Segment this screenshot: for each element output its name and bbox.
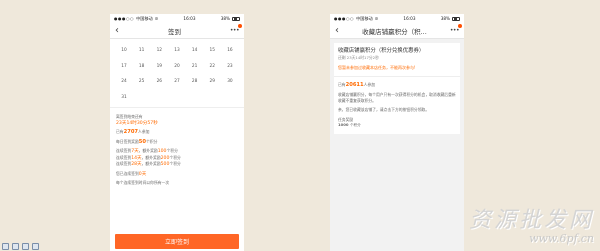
calendar-day[interactable]: 14 — [187, 48, 203, 53]
calendar-day[interactable]: 28 — [187, 79, 203, 84]
viewer-toolbar — [2, 243, 39, 250]
calendar-day[interactable]: 23 — [222, 64, 238, 69]
calendar-day[interactable]: 19 — [151, 64, 167, 69]
battery-percent: 38% — [220, 16, 230, 21]
daily-reward-points: 50 — [138, 138, 147, 145]
rotate-icon[interactable] — [2, 243, 9, 250]
calendar-day[interactable]: 10 — [116, 48, 132, 53]
calendar-day[interactable]: 31 — [116, 95, 132, 100]
calendar-week: 17 18 19 20 21 22 23 — [116, 59, 238, 75]
battery-percent: 38% — [440, 16, 450, 21]
calendar-day[interactable]: 15 — [204, 48, 220, 53]
copy-icon[interactable] — [12, 243, 19, 250]
calendar-day[interactable]: 27 — [169, 79, 185, 84]
favorite-store-phone-screen: ●●●○○ 中国移动 ≋ 16:03 38% ‹ 收藏店铺赢积分（积... ••… — [330, 14, 464, 251]
participants-count: 2707 — [123, 129, 139, 135]
page-title: 签到 — [167, 27, 181, 36]
calendar-day[interactable]: 17 — [116, 64, 132, 69]
calendar-day[interactable]: 24 — [116, 79, 132, 84]
more-icon[interactable]: ••• — [230, 24, 242, 34]
more-icon[interactable]: ••• — [450, 24, 462, 34]
calendar-day[interactable]: 18 — [134, 64, 150, 69]
notification-dot — [457, 24, 462, 28]
calendar-day[interactable]: 13 — [169, 48, 185, 53]
carrier-label: 中国移动 — [355, 15, 373, 21]
calendar-week: 31 — [116, 90, 238, 106]
task-card: 收藏店铺赢积分（积分兑换优惠券） 还剩 23天14时17分2秒 您暂未参加过收藏… — [334, 43, 460, 76]
task-hint: 亲，您已收藏该店铺了，请点击下方的按钮积分领取。 — [338, 107, 430, 112]
battery-icon — [452, 16, 460, 21]
calendar-day[interactable]: 21 — [187, 64, 203, 69]
countdown-value: 23天14时30分57秒 — [116, 120, 158, 126]
calendar-week: 10 11 12 13 14 15 16 — [116, 43, 238, 59]
document-icon[interactable] — [32, 243, 39, 250]
status-bar: ●●●○○ 中国移动 ≋ 16:03 38% — [330, 14, 464, 23]
carrier-label: 中国移动 — [135, 15, 153, 21]
reward-value: 1000 个积分 — [338, 122, 361, 127]
calendar-day[interactable]: 16 — [222, 48, 238, 53]
checkin-phone-screen: ●●●○○ 中国移动 ≋ 16:03 38% ‹ 签到 ••• 10 11 12… — [110, 14, 244, 251]
back-icon[interactable]: ‹ — [115, 25, 119, 36]
battery-icon — [232, 16, 240, 21]
calendar-day[interactable]: 12 — [151, 48, 167, 53]
watermark: 资源批发网 www.6pf.cn — [469, 202, 594, 245]
checkin-calendar: 10 11 12 13 14 15 16 17 18 19 20 21 22 2… — [110, 39, 244, 107]
task-description: 收藏店铺赢积分，每个用户只有一次获得积分的机会，取消收藏后重新收藏不重复获取积分… — [338, 92, 456, 103]
page-title: 收藏店铺赢积分（积... — [362, 27, 427, 36]
calendar-day[interactable]: 26 — [151, 79, 167, 84]
participants-count: 20611 — [345, 81, 364, 88]
signal-icon: ●●●○○ — [114, 16, 134, 21]
wifi-icon: ≋ — [154, 16, 159, 21]
calendar-day[interactable]: 30 — [222, 79, 238, 84]
calendar-day[interactable]: 29 — [204, 79, 220, 84]
clock: 16:03 — [403, 16, 416, 21]
task-warning: 您暂未参加过收藏本店任务，不能再次参与! — [338, 64, 416, 70]
wifi-icon: ≋ — [374, 16, 379, 21]
nav-bar: ‹ 收藏店铺赢积分（积... ••• — [330, 23, 464, 39]
status-bar: ●●●○○ 中国移动 ≋ 16:03 38% — [110, 14, 244, 23]
calendar-week: 24 25 26 27 28 29 30 — [116, 74, 238, 90]
clock: 16:03 — [183, 16, 196, 21]
checkin-button[interactable]: 立即签到 — [115, 234, 239, 249]
list-icon[interactable] — [22, 243, 29, 250]
calendar-day[interactable]: 22 — [204, 64, 220, 69]
back-icon[interactable]: ‹ — [335, 25, 339, 36]
calendar-day[interactable]: 11 — [134, 48, 150, 53]
task-time-remaining: 还剩 23天14时17分2秒 — [338, 55, 379, 60]
calendar-day[interactable]: 20 — [169, 64, 185, 69]
checkin-info: 离签到结束还有 23天14时30分57秒 已有2707人参加 每日签到奖励50个… — [110, 107, 244, 186]
task-details: 已有20611人参加 收藏店铺赢积分，每个用户只有一次获得积分的机会，取消收藏后… — [334, 75, 460, 134]
streak-note: 每个连续签到时间以你所有一次 — [116, 180, 170, 185]
watermark-text: 资源批发网 — [468, 208, 594, 233]
task-title: 收藏店铺赢积分（积分兑换优惠券） — [338, 48, 425, 54]
calendar-day[interactable]: 25 — [134, 79, 150, 84]
notification-dot — [238, 24, 242, 28]
nav-bar: ‹ 签到 ••• — [110, 23, 244, 39]
signal-icon: ●●●○○ — [334, 16, 354, 21]
